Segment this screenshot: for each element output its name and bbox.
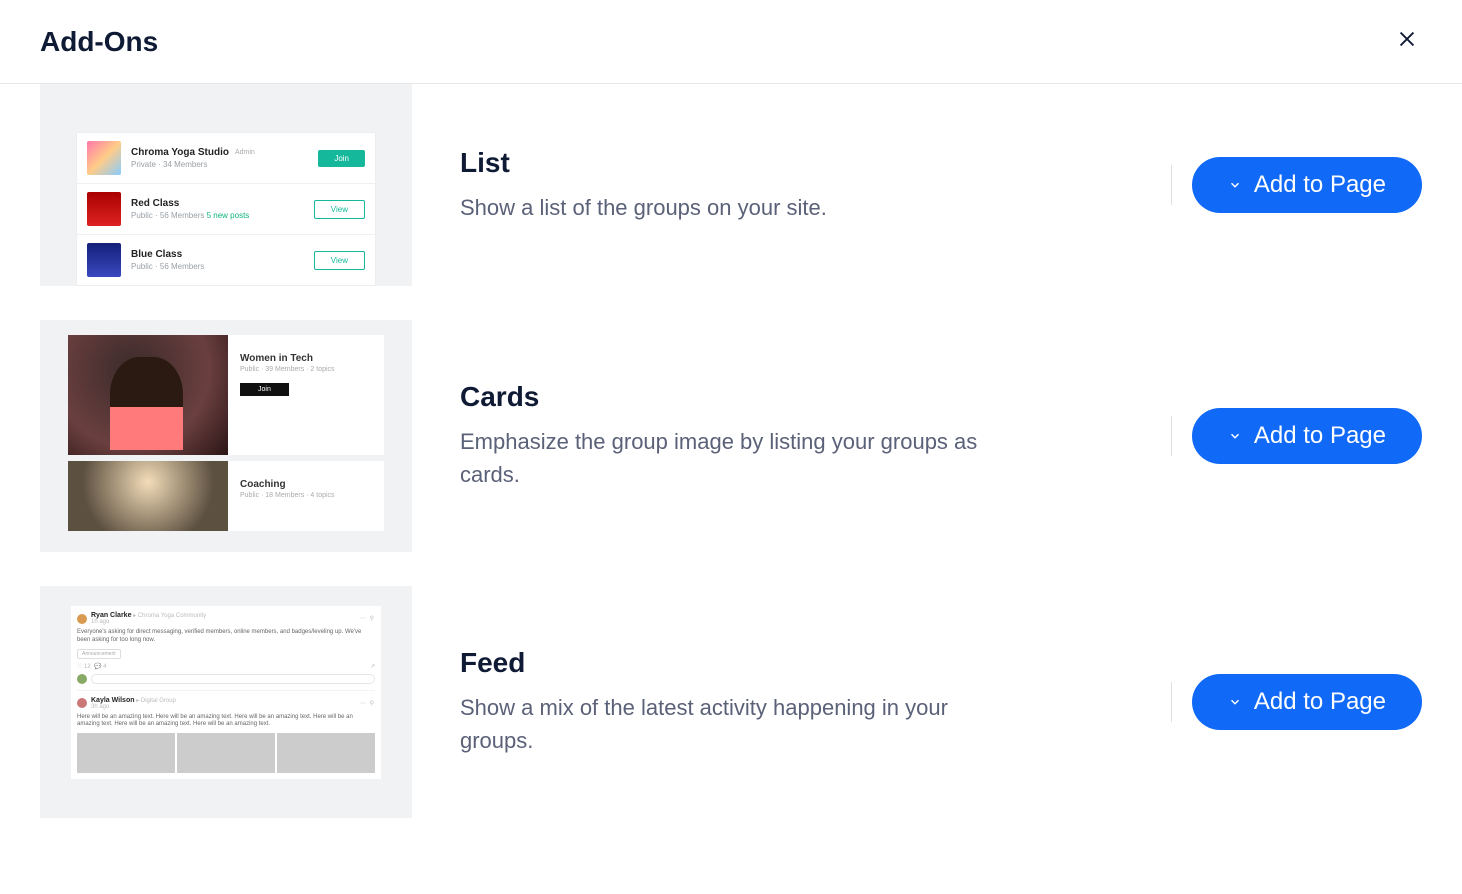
addon-info: List Show a list of the groups on your s… xyxy=(460,147,1123,224)
chevron-down-icon xyxy=(1228,178,1242,192)
preview-post-author: Ryan Clarke xyxy=(91,612,131,619)
preview-post-group: Digital Group xyxy=(141,698,176,704)
addon-title: Feed xyxy=(460,647,1123,679)
modal-header: Add-Ons xyxy=(0,0,1462,84)
preview-post-group: Chroma Yoga Community xyxy=(138,613,206,619)
preview-group-sub: Public · 56 Members xyxy=(131,262,304,271)
add-to-page-label: Add to Page xyxy=(1254,171,1386,199)
preview-view-pill: View xyxy=(314,251,365,270)
close-button[interactable] xyxy=(1392,24,1422,59)
separator xyxy=(1171,165,1172,205)
addon-row-cards: Women in Tech Public · 39 Members · 2 to… xyxy=(40,320,1422,552)
separator xyxy=(1171,682,1172,722)
add-to-page-label: Add to Page xyxy=(1254,422,1386,450)
preview-group-sub: Public · 56 Members 5 new posts xyxy=(131,211,304,220)
chevron-down-icon xyxy=(1228,695,1242,709)
chevron-down-icon xyxy=(1228,429,1242,443)
addon-title: Cards xyxy=(460,381,1123,413)
close-icon xyxy=(1396,28,1418,50)
addon-action: Add to Page xyxy=(1171,157,1422,213)
preview-group-title: Blue Class xyxy=(131,249,182,260)
separator xyxy=(1171,416,1172,456)
addon-row-feed: Ryan Clarke ▸ Chroma Yoga Community1h ag… xyxy=(40,586,1422,818)
preview-group-sub: Private · 34 Members xyxy=(131,160,308,169)
preview-post-author: Kayla Wilson xyxy=(91,697,135,704)
preview-card-sub: Public · 18 Members · 4 topics xyxy=(240,492,372,499)
addon-info: Feed Show a mix of the latest activity h… xyxy=(460,647,1123,757)
preview-post-time: 1h ago xyxy=(91,619,109,625)
addon-description: Show a list of the groups on your site. xyxy=(460,191,1020,224)
addons-list: Chroma Yoga Studio Admin Private · 34 Mem… xyxy=(0,84,1462,858)
preview-post-tag: Announcement xyxy=(77,649,121,659)
add-to-page-button[interactable]: Add to Page xyxy=(1192,157,1422,213)
addon-action: Add to Page xyxy=(1171,674,1422,730)
addon-info: Cards Emphasize the group image by listi… xyxy=(460,381,1123,491)
preview-join-pill: Join xyxy=(318,150,365,167)
preview-card-join: Join xyxy=(240,383,289,396)
more-icon: ⋯ ⚲ xyxy=(360,615,375,622)
addon-description: Show a mix of the latest activity happen… xyxy=(460,691,1020,757)
preview-admin-badge: Admin xyxy=(235,149,255,156)
add-to-page-label: Add to Page xyxy=(1254,688,1386,716)
addon-preview-feed: Ryan Clarke ▸ Chroma Yoga Community1h ag… xyxy=(40,586,412,818)
addon-title: List xyxy=(460,147,1123,179)
preview-card-sub: Public · 39 Members · 2 topics xyxy=(240,366,372,373)
add-to-page-button[interactable]: Add to Page xyxy=(1192,674,1422,730)
page-title: Add-Ons xyxy=(40,26,158,58)
preview-card-title: Coaching xyxy=(240,479,372,490)
preview-card-title: Women in Tech xyxy=(240,353,372,364)
preview-view-pill: View xyxy=(314,200,365,219)
preview-group-title: Chroma Yoga Studio xyxy=(131,147,229,158)
addon-preview-cards: Women in Tech Public · 39 Members · 2 to… xyxy=(40,320,412,552)
addon-row-list: Chroma Yoga Studio Admin Private · 34 Mem… xyxy=(40,84,1422,286)
preview-post-time: 3h ago xyxy=(91,704,109,710)
preview-group-title: Red Class xyxy=(131,198,179,209)
preview-post-body: Everyone's asking for direct messaging, … xyxy=(77,629,375,645)
more-icon: ⋯ ⚲ xyxy=(360,700,375,707)
add-to-page-button[interactable]: Add to Page xyxy=(1192,408,1422,464)
addon-description: Emphasize the group image by listing you… xyxy=(460,425,1020,491)
preview-post-body: Here will be an amazing text. Here will … xyxy=(77,714,375,730)
addon-action: Add to Page xyxy=(1171,408,1422,464)
addon-preview-list: Chroma Yoga Studio Admin Private · 34 Mem… xyxy=(40,84,412,286)
